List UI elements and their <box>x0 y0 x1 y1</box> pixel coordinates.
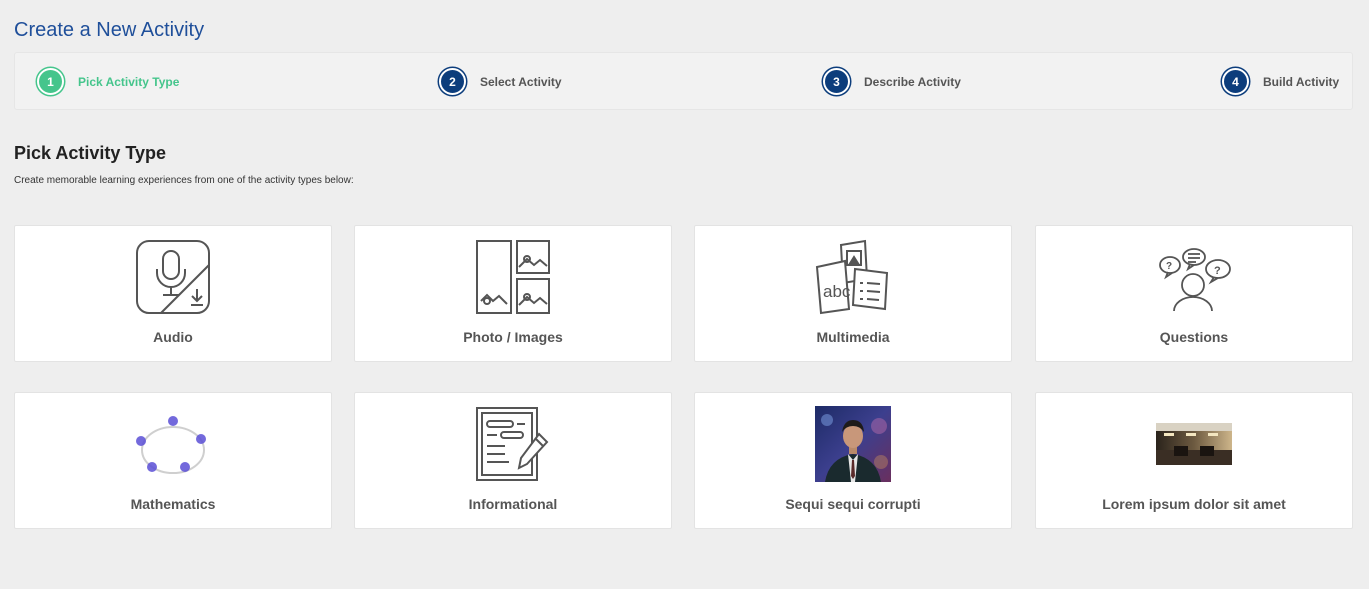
person-photo-thumbnail <box>815 406 891 482</box>
step-label: Describe Activity <box>864 74 961 89</box>
card-label: Sequi sequi corrupti <box>785 496 921 512</box>
step-build-activity[interactable]: 4 Build Activity <box>1222 68 1339 95</box>
section-subtitle: Create memorable learning experiences fr… <box>14 175 354 186</box>
svg-text:abc: abc <box>823 282 851 301</box>
interior-photo-thumbnail <box>1156 406 1232 482</box>
document-pencil-icon <box>475 406 551 482</box>
step-describe-activity[interactable]: 3 Describe Activity <box>823 68 961 95</box>
svg-text:?: ? <box>1214 265 1221 277</box>
photo-gallery-icon <box>475 239 551 315</box>
microphone-download-icon <box>135 239 211 315</box>
activity-card-photo-images[interactable]: Photo / Images <box>354 225 672 362</box>
activity-card-informational[interactable]: Informational <box>354 392 672 529</box>
step-select-activity[interactable]: 2 Select Activity <box>439 68 562 95</box>
card-label: Multimedia <box>816 329 890 345</box>
step-pick-activity-type[interactable]: 1 Pick Activity Type <box>37 68 179 95</box>
page-title: Create a New Activity <box>14 19 205 41</box>
activity-card-lorem-ipsum[interactable]: Lorem ipsum dolor sit amet <box>1035 392 1353 529</box>
card-label: Questions <box>1159 329 1229 345</box>
activity-card-questions[interactable]: ? ? Questions <box>1035 225 1353 362</box>
step-label: Select Activity <box>480 74 562 89</box>
person-questions-icon: ? ? <box>1156 239 1232 315</box>
step-label: Build Activity <box>1263 74 1340 89</box>
card-label: Photo / Images <box>463 329 563 345</box>
card-label: Informational <box>468 496 558 512</box>
section-title: Pick Activity Type <box>14 143 167 163</box>
activity-card-sequi-sequi-corrupti[interactable]: Sequi sequi corrupti <box>694 392 1012 529</box>
math-polygon-icon <box>135 406 211 482</box>
activity-stepper: 1 Pick Activity Type 2 Select Activity 3… <box>14 52 1353 110</box>
activity-card-audio[interactable]: Audio <box>14 225 332 362</box>
activity-card-multimedia[interactable]: abc Multimedia <box>694 225 1012 362</box>
step-number: 3 <box>823 68 850 95</box>
multimedia-documents-icon: abc <box>815 239 891 315</box>
card-label: Mathematics <box>130 496 216 512</box>
step-number: 1 <box>37 68 64 95</box>
card-label: Audio <box>153 329 193 345</box>
svg-text:?: ? <box>1166 261 1172 272</box>
card-label: Lorem ipsum dolor sit amet <box>1102 496 1286 512</box>
step-label: Pick Activity Type <box>78 74 180 89</box>
activity-card-mathematics[interactable]: Mathematics <box>14 392 332 529</box>
step-number: 2 <box>439 68 466 95</box>
step-number: 4 <box>1222 68 1249 95</box>
